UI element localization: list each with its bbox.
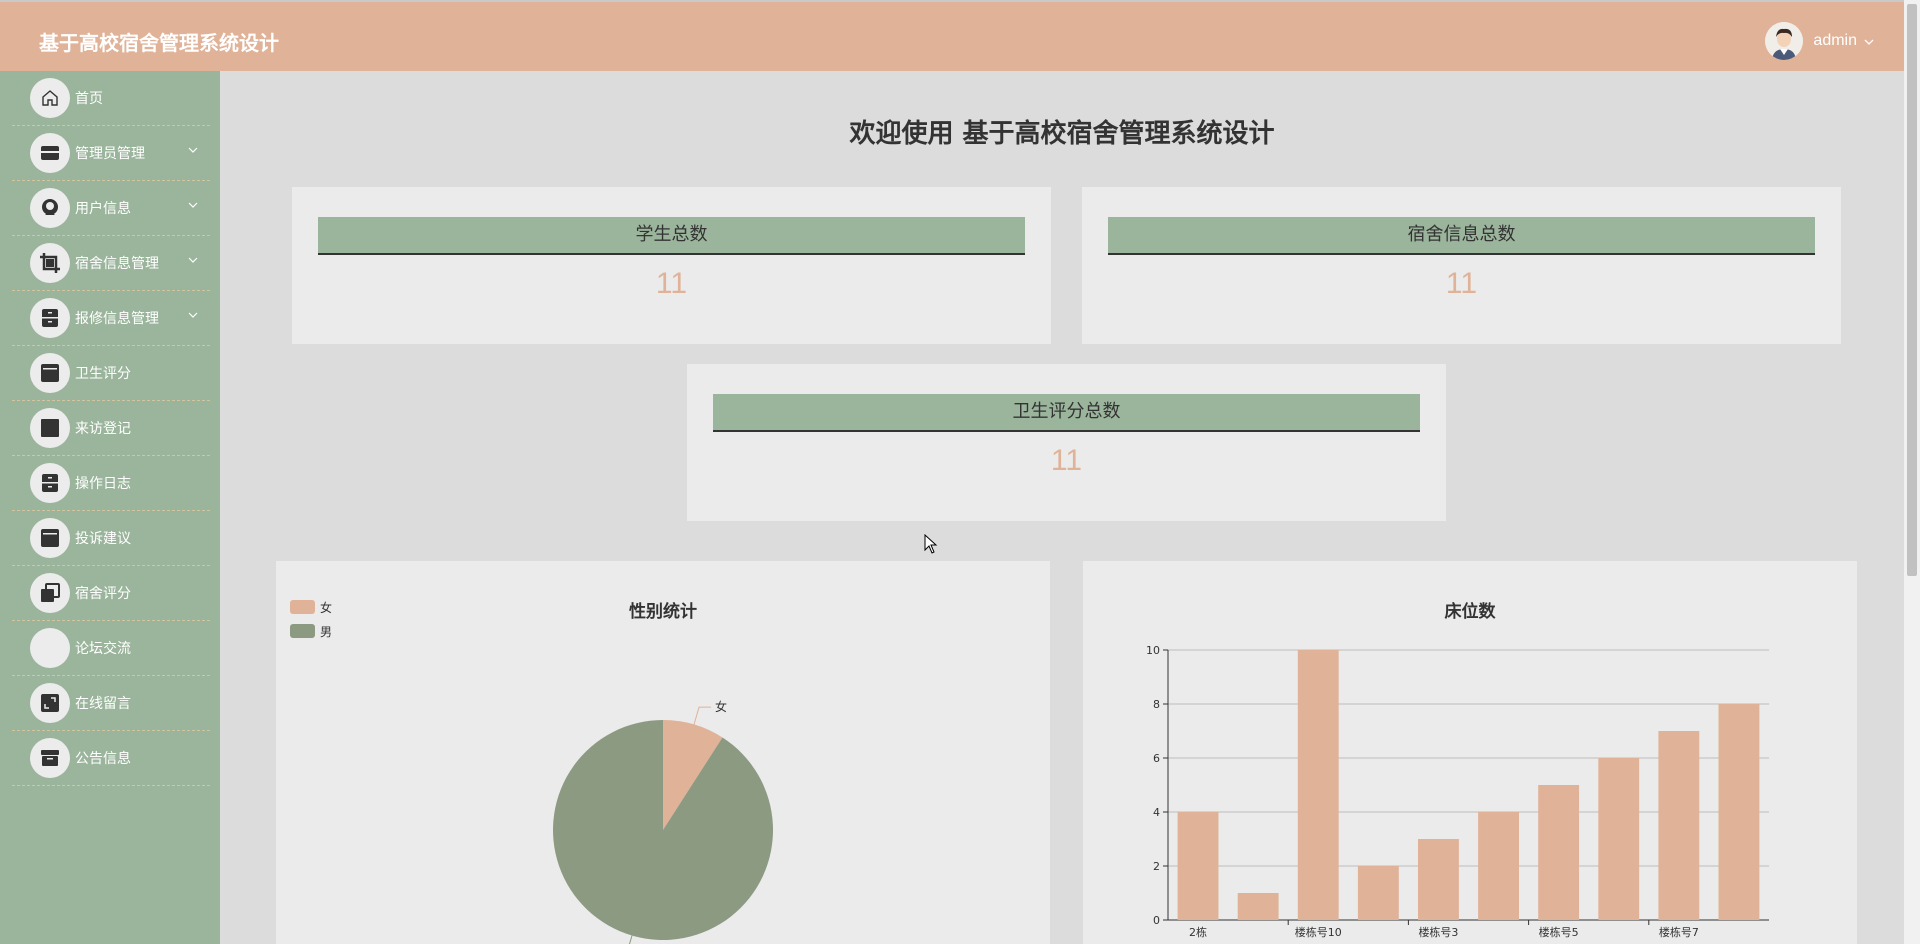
username: admin [1813,32,1857,49]
bar[interactable] [1418,839,1459,920]
chevron-down-icon [188,144,198,156]
x-tick-label: 2栋 [1189,925,1207,939]
window-icon [30,353,70,393]
sidebar-item-home[interactable]: 首页 [12,71,210,126]
x-tick-label: 楼栋号10 [1295,925,1342,939]
sidebar-item-label: 报修信息管理 [75,311,159,327]
y-tick-label: 2 [1153,860,1160,873]
blank-icon [30,628,70,668]
expand-icon [30,683,70,723]
bar-chart: 0 2 4 6 8 10 2栋 楼栋号10 楼栋号3 楼栋号5 楼栋号7 [1146,644,1769,939]
user-icon [30,188,70,228]
sidebar-item-label: 论坛交流 [75,641,131,657]
stat-value: 11 [655,267,688,300]
stat-label: 宿舍信息总数 [1108,217,1815,255]
stat-value: 11 [1050,444,1083,477]
beds-chart-card: 床位数 0 2 4 6 8 10 2栋 楼栋号10 楼栋号3 楼栋号5 楼栋号7 [1083,561,1857,944]
bar[interactable] [1598,758,1640,920]
mouse-cursor-icon [924,534,938,554]
sidebar-item-repair-info[interactable]: 报修信息管理 [12,291,210,346]
y-tick-label: 10 [1146,644,1160,657]
square-icon [30,408,70,448]
bar[interactable] [1658,731,1700,920]
y-tick-label: 6 [1153,752,1160,765]
sidebar-item-dorm-info[interactable]: 宿舍信息管理 [12,236,210,291]
sidebar-item-forum[interactable]: 论坛交流 [12,621,210,676]
stat-label: 学生总数 [318,217,1025,255]
x-tick-label: 楼栋号5 [1539,925,1579,939]
bar[interactable] [1478,812,1519,920]
page-title: 欢迎使用 基于高校宿舍管理系统设计 [849,119,1275,149]
pie-chart: 女男 [553,699,773,944]
x-tick-label: 楼栋号7 [1659,925,1699,939]
cabinet-icon [30,463,70,503]
crop-icon [30,243,70,283]
sidebar-item-label: 公告信息 [75,751,131,767]
bar[interactable] [1718,704,1760,920]
sidebar-item-complaints[interactable]: 投诉建议 [12,511,210,566]
home-icon [30,78,70,118]
page-scrollbar[interactable] [1904,0,1920,944]
archive-icon [30,738,70,778]
chevron-down-icon [188,254,198,266]
sidebar-item-label: 管理员管理 [75,146,145,162]
window-icon [30,518,70,558]
cabinet-icon [30,298,70,338]
sidebar-item-hygiene-score[interactable]: 卫生评分 [12,346,210,401]
sidebar-item-user-info[interactable]: 用户信息 [12,181,210,236]
sidebar-item-visitor-register[interactable]: 来访登记 [12,401,210,456]
bar[interactable] [1357,866,1399,920]
scrollbar-thumb[interactable] [1907,4,1917,576]
sidebar-item-label: 宿舍信息管理 [75,256,159,272]
sidebar-item-dorm-score[interactable]: 宿舍评分 [12,566,210,621]
gender-chart-card: 性别统计 女 男 女男 [276,561,1050,944]
sidebar-item-announcements[interactable]: 公告信息 [12,731,210,786]
stat-card-hygiene: 卫生评分总数 11 [687,364,1446,521]
avatar-image [1765,22,1804,60]
sidebar: 首页 管理员管理 用户信息 宿舍信息管理 报修信息管理 卫生评分 来访登记 操作… [0,71,220,944]
copy-icon [30,573,70,613]
stat-value: 11 [1445,267,1478,300]
chevron-down-icon [1864,34,1874,48]
sidebar-item-admin-management[interactable]: 管理员管理 [12,126,210,181]
pie-slice-label: 女 [715,699,727,714]
sidebar-item-label: 卫生评分 [75,366,131,382]
pie-label-line [693,706,712,725]
sidebar-item-label: 投诉建议 [75,531,131,547]
sidebar-item-operation-log[interactable]: 操作日志 [12,456,210,511]
pie-slice[interactable] [553,720,773,940]
stat-card-students: 学生总数 11 [292,187,1051,344]
bar[interactable] [1538,785,1580,920]
avatar [1765,22,1804,60]
user-menu[interactable]: admin [1765,22,1874,60]
sidebar-item-label: 来访登记 [75,421,131,437]
sidebar-item-label: 用户信息 [75,201,131,217]
stat-label: 卫生评分总数 [713,394,1420,432]
bar[interactable] [1237,893,1279,920]
stat-card-dorms: 宿舍信息总数 11 [1082,187,1841,344]
y-tick-label: 0 [1153,914,1160,927]
y-tick-label: 8 [1153,698,1160,711]
sidebar-item-label: 在线留言 [75,696,131,712]
y-tick-label: 4 [1153,806,1160,819]
sidebar-item-label: 宿舍评分 [75,586,131,602]
sidebar-item-online-message[interactable]: 在线留言 [12,676,210,731]
sidebar-item-label: 操作日志 [75,476,131,492]
chevron-down-icon [188,309,198,321]
bar[interactable] [1177,812,1219,920]
chevron-down-icon [188,199,198,211]
x-tick-label: 楼栋号3 [1418,925,1458,939]
admin-card-icon [30,133,70,173]
sidebar-item-label: 首页 [75,91,103,107]
pie-label-line [629,935,633,944]
bar[interactable] [1297,650,1339,920]
top-header: 基于高校宿舍管理系统设计 admin [0,0,1904,71]
app-title: 基于高校宿舍管理系统设计 [39,31,279,55]
